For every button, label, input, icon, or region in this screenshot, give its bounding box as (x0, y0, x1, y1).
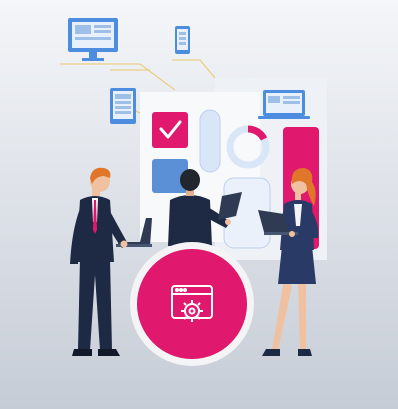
laptop-screen-icon (258, 90, 310, 119)
gear-badge (130, 242, 254, 366)
tablet-icon (110, 88, 136, 124)
illustration-scene (0, 0, 398, 409)
smartphone-icon (175, 26, 190, 54)
team-illustration (0, 0, 398, 409)
light-blue-bar (199, 109, 221, 173)
checkmark-icon (152, 112, 188, 148)
